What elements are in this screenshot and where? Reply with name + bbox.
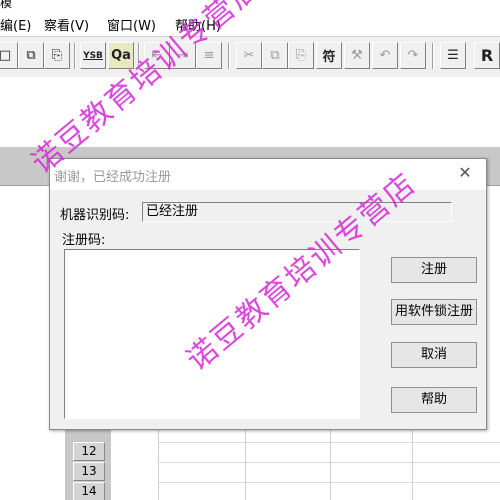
toolbar-separator xyxy=(74,43,76,69)
indent-left-icon[interactable]: ⇤ xyxy=(144,42,170,69)
close-icon[interactable]: ✕ xyxy=(456,164,474,182)
toolbar: □ ⧉ ⎘ YSB Qa ⇤ ⇥ ≡ ✂ ⧉ ⎘ 符 ⚒ ↶ ↷ ☰ R xyxy=(0,36,500,78)
menu-help[interactable]: 帮助(H) xyxy=(175,15,221,34)
register-button[interactable]: 注册 xyxy=(391,257,477,283)
ysb-icon[interactable]: YSB xyxy=(80,42,106,69)
copy-icon[interactable]: ⧉ xyxy=(262,42,288,69)
toolbar-separator xyxy=(432,43,434,69)
window-title: 模 xyxy=(0,0,40,10)
row-header-14[interactable]: 14 xyxy=(73,482,105,500)
screen: 模 编(E) 察看(V) 窗口(W) 帮助(H) □ ⧉ ⎘ YSB Qa ⇤ … xyxy=(0,0,500,500)
menu-bar: 编(E) 察看(V) 窗口(W) 帮助(H) xyxy=(0,11,500,35)
grid-line xyxy=(158,462,500,463)
symbol-icon[interactable]: 符 xyxy=(316,42,342,69)
machine-code-field: 已经注册 xyxy=(142,202,452,222)
redo-icon[interactable]: ↷ xyxy=(400,42,426,69)
qa-icon[interactable]: Qa xyxy=(108,42,134,69)
machine-code-label: 机器识别码: xyxy=(60,208,130,223)
lock-register-button[interactable]: 用软件锁注册 xyxy=(391,299,477,325)
toolbar-separator xyxy=(138,43,140,69)
reg-code-label: 注册码: xyxy=(62,233,106,248)
row-header-13[interactable]: 13 xyxy=(73,462,105,481)
workspace xyxy=(0,77,500,147)
window-title-text: 模 xyxy=(0,0,13,10)
undo-icon[interactable]: ↶ xyxy=(372,42,398,69)
cancel-button[interactable]: 取消 xyxy=(391,342,477,368)
menu-window[interactable]: 窗口(W) xyxy=(107,15,156,34)
cut-icon[interactable]: ✂ xyxy=(236,42,262,69)
grid-line xyxy=(158,442,500,443)
toolbar-separator xyxy=(228,43,230,69)
grid-line xyxy=(158,482,500,483)
paste-doc-icon[interactable]: ⎘ xyxy=(44,42,70,69)
help-button[interactable]: 帮助 xyxy=(391,387,477,413)
menu-view[interactable]: 察看(V) xyxy=(44,15,89,34)
paste-icon[interactable]: ⎘ xyxy=(288,42,314,69)
reg-code-input[interactable] xyxy=(64,249,360,419)
tools-icon[interactable]: ⚒ xyxy=(344,42,370,69)
dialog-title-bar: 谢谢，已经成功注册 ✕ xyxy=(50,159,486,190)
r-icon[interactable]: R xyxy=(474,42,500,69)
menu-edit[interactable]: 编(E) xyxy=(0,15,31,34)
report-icon[interactable]: ☰ xyxy=(440,42,466,69)
row-header-12[interactable]: 12 xyxy=(73,442,105,461)
align-icon[interactable]: ≡ xyxy=(196,42,222,69)
document-icon[interactable]: □ xyxy=(0,42,18,69)
dialog-title: 谢谢，已经成功注册 xyxy=(54,170,172,185)
indent-right-icon[interactable]: ⇥ xyxy=(170,42,196,69)
copy-doc-icon[interactable]: ⧉ xyxy=(18,42,44,69)
registration-dialog: 谢谢，已经成功注册 ✕ 机器识别码: 已经注册 注册码: 注册 用软件锁注册 取… xyxy=(49,158,487,430)
